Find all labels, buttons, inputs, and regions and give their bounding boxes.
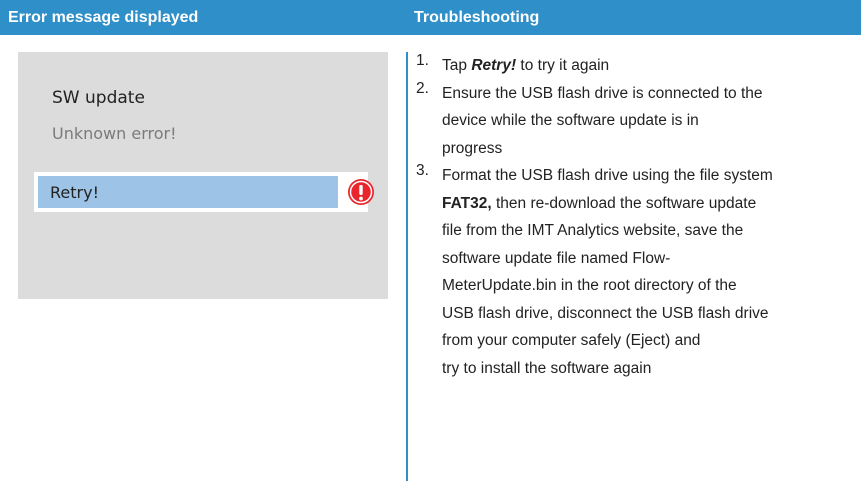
- retry-row: Retry!: [34, 172, 374, 212]
- step-text-line: Tap Retry! to try it again: [442, 52, 861, 80]
- step-text-line: Format the USB flash drive using the fil…: [442, 167, 773, 184]
- retry-button[interactable]: Retry!: [38, 176, 338, 208]
- dialog-title: SW update: [52, 88, 145, 108]
- step-number: 1.: [416, 52, 429, 69]
- bold-text: FAT32,: [442, 194, 492, 212]
- step-text-line: Ensure the USB flash drive is connected …: [442, 84, 763, 102]
- step-text-line: progress: [442, 139, 503, 157]
- dialog-error-message: Unknown error!: [52, 124, 177, 143]
- step-text-line: MeterUpdate.bin in the root directory of…: [442, 277, 737, 294]
- error-exclamation-icon: [348, 179, 374, 205]
- step-text-line: file from the IMT Analytics website, sav…: [442, 222, 744, 239]
- troubleshooting-step: 1. Tap Retry! to try it again: [416, 52, 861, 80]
- step-text: Tap: [442, 57, 472, 74]
- step-number: 3.: [416, 162, 429, 179]
- troubleshooting-steps: 1. Tap Retry! to try it again 2. Ensure the…: [416, 52, 861, 382]
- step-text-line: from your computer safely (Eject) and: [442, 332, 701, 349]
- step-text: to try it again: [516, 57, 610, 74]
- column-header-troubleshooting: Troubleshooting: [414, 9, 540, 26]
- troubleshooting-step: 3. Format the USB flash drive using the f…: [416, 162, 861, 382]
- step-text: then re-download the software update: [491, 194, 757, 212]
- step-text-line: USB flash drive, disconnect the USB flas…: [442, 304, 769, 322]
- step-text-line: try to install the software again: [442, 359, 652, 377]
- sw-update-dialog-screenshot: SW update Unknown error! Retry!: [18, 52, 388, 299]
- step-number: 2.: [416, 79, 429, 97]
- table-header: Error message displayed Troubleshooting: [0, 0, 861, 35]
- emphasized-text: Retry!: [471, 57, 517, 74]
- step-text-line: FAT32, then re-download the software upd…: [442, 190, 861, 218]
- step-text-line: device while the software update is in: [442, 112, 699, 129]
- step-text-line: software update file named Flow-: [442, 249, 671, 267]
- troubleshooting-step: 2. Ensure the USB flash drive is connecte…: [416, 80, 861, 163]
- column-header-error-message: Error message displayed: [8, 9, 199, 26]
- column-divider: [406, 52, 408, 481]
